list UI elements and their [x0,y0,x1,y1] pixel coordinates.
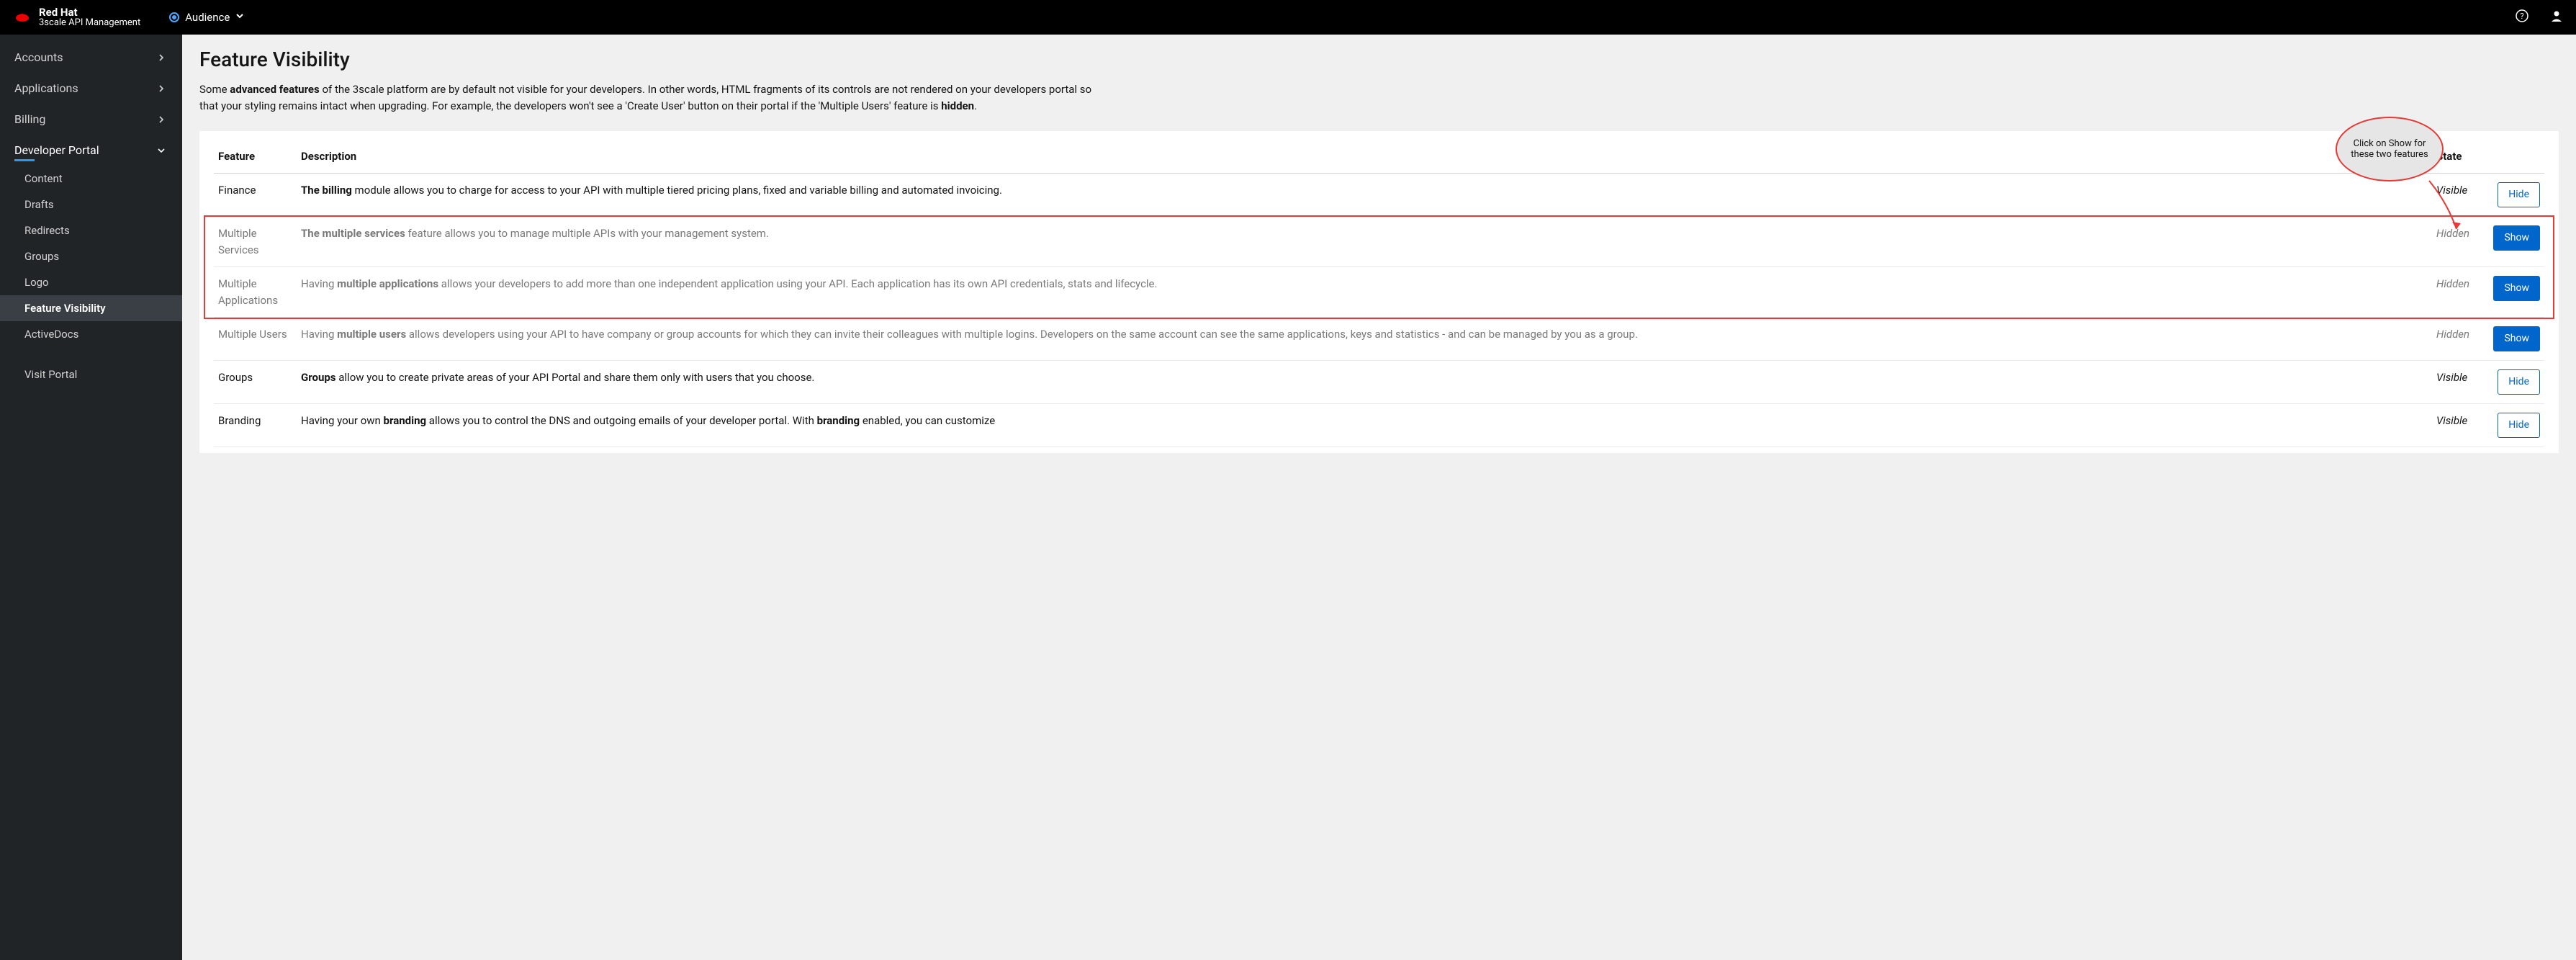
feature-description: Groups allow you to create private areas… [297,361,2432,404]
hide-button[interactable]: Hide [2498,369,2540,395]
table-row: BrandingHaving your own branding allows … [214,404,2544,447]
features-panel: Click on Show for these two features Fea… [199,131,2559,453]
redhat-logo-icon [13,10,32,24]
nav-item-accounts[interactable]: Accounts [0,42,182,73]
nav-label: Developer Portal [14,143,99,157]
sidebar-visit-portal[interactable]: Visit Portal [0,362,182,387]
intro-bold: advanced features [230,83,319,96]
intro-text: . [974,99,977,112]
nav-label: Applications [14,81,78,95]
nav-label: Accounts [14,50,63,64]
brand-product: 3scale API Management [39,18,140,28]
intro-bold: hidden [941,99,974,112]
nav-label: Billing [14,112,45,126]
page-intro: Some advanced features of the 3scale pla… [199,81,1107,114]
nav-item-billing[interactable]: Billing [0,104,182,135]
feature-description: Having multiple users allows developers … [297,318,2432,361]
feature-description: The billing module allows you to charge … [297,174,2432,217]
table-row: Multiple ServicesThe multiple services f… [214,217,2544,267]
nav-developer-portal[interactable]: Developer Portal [0,135,182,166]
annotation-pointer-icon [2422,177,2465,235]
show-button[interactable]: Show [2493,326,2540,351]
topbar: Red Hat 3scale API Management Audience ? [0,0,2576,35]
feature-state: Visible [2432,361,2484,404]
chevron-right-icon [158,112,165,126]
annotation-text: Click on Show for these two features [2344,138,2435,160]
col-state: State [2432,143,2544,174]
feature-name: Multiple Applications [214,267,297,318]
table-row: FinanceThe billing module allows you to … [214,174,2544,217]
annotation-callout: Click on Show for these two features [2336,117,2444,181]
feature-action-cell: Show [2484,217,2544,267]
sidebar-item-redirects[interactable]: Redirects [0,217,182,243]
topbar-right: ? [2516,9,2563,25]
topbar-left: Red Hat 3scale API Management Audience [13,6,244,29]
hide-button[interactable]: Hide [2498,182,2540,207]
show-button[interactable]: Show [2493,276,2540,301]
features-table: Feature Description State FinanceThe bil… [214,143,2544,447]
page-title: Feature Visibility [199,48,2559,71]
sidebar-item-activedocs[interactable]: ActiveDocs [0,321,182,347]
chevron-down-icon [158,143,165,157]
feature-state: Hidden [2432,267,2484,318]
table-row: Multiple UsersHaving multiple users allo… [214,318,2544,361]
feature-action-cell: Hide [2484,174,2544,217]
col-description: Description [297,143,2432,174]
svg-text:?: ? [2520,12,2523,21]
feature-description: Having multiple applications allows your… [297,267,2432,318]
feature-state: Hidden [2432,318,2484,361]
table-row: Multiple ApplicationsHaving multiple app… [214,267,2544,318]
feature-name: Branding [214,404,297,447]
feature-description: Having your own branding allows you to c… [297,404,2432,447]
show-button[interactable]: Show [2493,225,2540,251]
sidebar-item-logo[interactable]: Logo [0,269,182,295]
chevron-right-icon [158,81,165,95]
feature-action-cell: Hide [2484,404,2544,447]
help-icon[interactable]: ? [2516,9,2528,25]
chevron-right-icon [158,50,165,64]
table-row: GroupsGroups allow you to create private… [214,361,2544,404]
feature-name: Finance [214,174,297,217]
feature-action-cell: Hide [2484,361,2544,404]
feature-description: The multiple services feature allows you… [297,217,2432,267]
content-area: Feature Visibility Some advanced feature… [182,35,2576,960]
feature-name: Multiple Services [214,217,297,267]
sidebar-item-feature-visibility[interactable]: Feature Visibility [0,295,182,321]
sidebar-item-content[interactable]: Content [0,166,182,192]
sidebar-item-drafts[interactable]: Drafts [0,192,182,217]
brand: Red Hat 3scale API Management [13,6,140,29]
brand-name: Red Hat [39,6,140,19]
feature-action-cell: Show [2484,318,2544,361]
sidebar: Accounts Applications Billing Developer Po… [0,35,182,960]
feature-name: Groups [214,361,297,404]
col-feature: Feature [214,143,297,174]
feature-state: Visible [2432,404,2484,447]
audience-label: Audience [185,11,230,24]
feature-action-cell: Show [2484,267,2544,318]
intro-text: Some [199,83,230,96]
chevron-down-icon [235,12,244,23]
feature-name: Multiple Users [214,318,297,361]
user-icon[interactable] [2550,9,2563,25]
radio-selected-icon [169,12,179,22]
nav-item-applications[interactable]: Applications [0,73,182,104]
hide-button[interactable]: Hide [2498,413,2540,438]
sidebar-item-groups[interactable]: Groups [0,243,182,269]
audience-switcher[interactable]: Audience [169,11,244,24]
